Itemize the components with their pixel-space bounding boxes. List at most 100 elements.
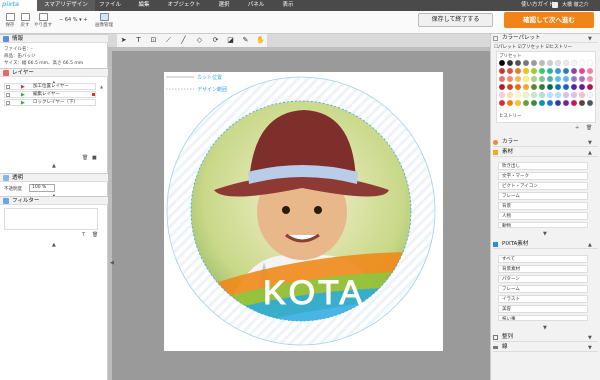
color-swatch[interactable] <box>514 83 522 91</box>
panel-collapse-icon[interactable]: ▲ <box>52 163 56 169</box>
collapse-caret-icon[interactable]: ▼ <box>588 36 592 42</box>
collapse-caret-icon[interactable]: ▼ <box>588 345 592 351</box>
color-swatch[interactable] <box>538 67 546 75</box>
save-and-exit-button[interactable]: 保存して終了する <box>418 13 493 27</box>
zoom-control[interactable]: − 64 % ▾ + <box>59 17 87 23</box>
layer-visibility-checkbox[interactable] <box>6 85 10 89</box>
color-swatch[interactable] <box>530 75 538 83</box>
color-swatch[interactable] <box>554 99 562 107</box>
add-color-icon[interactable]: + <box>575 125 579 131</box>
pixta-item[interactable]: 美容 <box>498 305 588 313</box>
menu-panel[interactable]: パネル <box>244 0 268 11</box>
collapse-caret-icon[interactable]: ▼ <box>588 140 592 146</box>
filter-text-icon[interactable]: T <box>82 232 85 238</box>
filter-header[interactable]: フィルター <box>0 196 108 205</box>
color-swatch[interactable] <box>578 75 586 83</box>
help-guide-link[interactable]: 使い方ガイド <box>521 0 554 11</box>
color-swatch[interactable] <box>562 99 570 107</box>
color-swatch[interactable] <box>538 75 546 83</box>
line-tool-icon[interactable]: ╱ <box>179 36 188 45</box>
menu-smaari-design[interactable]: スマアリデザイン <box>37 0 95 11</box>
color-swatch[interactable] <box>578 59 586 67</box>
text-tool-icon[interactable]: T <box>134 36 143 45</box>
pixta-item[interactable]: すべて <box>498 255 588 263</box>
pen-tool-icon[interactable]: ⟋ <box>164 36 173 45</box>
color-swatch[interactable] <box>530 83 538 91</box>
color-swatch[interactable] <box>586 67 594 75</box>
color-swatch[interactable] <box>546 75 554 83</box>
color-swatch[interactable] <box>514 59 522 67</box>
eyedropper-icon[interactable]: ✎ <box>241 36 250 45</box>
color-swatch[interactable] <box>546 59 554 67</box>
pixta-item[interactable]: フレーム <box>498 285 588 293</box>
color-swatch[interactable] <box>498 67 506 75</box>
color-swatch[interactable] <box>522 99 530 107</box>
color-swatch[interactable] <box>506 59 514 67</box>
transparency-header[interactable]: 透明 <box>0 173 108 182</box>
color-swatch[interactable] <box>530 59 538 67</box>
color-swatch[interactable] <box>522 59 530 67</box>
layer-row-lock[interactable]: ロックレイヤー（下） <box>4 99 96 106</box>
palette-tabs[interactable]: ☐パレット ☑プリセット ☑ヒストリー <box>494 44 572 50</box>
color-swatch[interactable] <box>562 75 570 83</box>
layer-header[interactable]: レイヤー <box>0 68 108 77</box>
color-swatch[interactable] <box>538 59 546 67</box>
color-swatch[interactable] <box>530 67 538 75</box>
collapse-caret-icon[interactable]: ▲ <box>588 150 592 156</box>
filter-delete-icon[interactable]: 🗑 <box>92 232 98 238</box>
hand-tool-icon[interactable]: ✋ <box>256 36 265 45</box>
color-swatch[interactable] <box>522 75 530 83</box>
opacity-select[interactable]: 100 % <box>29 184 55 192</box>
color-swatch[interactable] <box>554 83 562 91</box>
color-swatch[interactable] <box>538 91 546 99</box>
layer-row-cut[interactable]: 加工位置レイヤー <box>4 83 96 90</box>
color-swatch[interactable] <box>546 83 554 91</box>
pixta-item[interactable]: 背景素材 <box>498 265 588 273</box>
color-swatch[interactable] <box>586 91 594 99</box>
color-swatch[interactable] <box>546 99 554 107</box>
color-swatch[interactable] <box>506 83 514 91</box>
color-swatch[interactable] <box>586 59 594 67</box>
pixta-header[interactable]: PIXTA素材 <box>493 240 598 249</box>
color-swatch[interactable] <box>586 75 594 83</box>
color-swatch[interactable] <box>586 83 594 91</box>
layer-visibility-checkbox[interactable] <box>6 93 10 97</box>
layer-expand-icon[interactable]: ▶ <box>21 100 25 106</box>
color-swatch[interactable] <box>506 91 514 99</box>
color-swatch[interactable] <box>498 91 506 99</box>
menu-view[interactable]: 表示 <box>277 0 299 11</box>
pixta-item[interactable]: 祝い事 <box>498 315 588 321</box>
color-swatch[interactable] <box>498 99 506 107</box>
info-header[interactable]: 情報 <box>0 34 108 43</box>
confirm-next-button[interactable]: 確認して次へ進む <box>504 12 594 28</box>
color-swatch[interactable] <box>578 83 586 91</box>
color-swatch[interactable] <box>578 67 586 75</box>
color-swatch[interactable] <box>546 91 554 99</box>
color-swatch[interactable] <box>554 59 562 67</box>
menu-select[interactable]: 選択 <box>213 0 235 11</box>
material-item[interactable]: 背景 <box>498 202 588 210</box>
badge-design-svg[interactable]: KOTA カット位置 デザイン範囲 <box>164 72 443 351</box>
color-swatch[interactable] <box>514 99 522 107</box>
color-swatch[interactable] <box>562 59 570 67</box>
menu-file[interactable]: ファイル <box>95 0 125 11</box>
color-swatch[interactable] <box>530 91 538 99</box>
save-tool[interactable]: 保存 <box>3 13 17 28</box>
color-swatch[interactable] <box>506 99 514 107</box>
panel-collapse-icon[interactable]: ▼ <box>543 231 547 237</box>
layer-delete-icon[interactable]: 🗑 <box>82 155 88 161</box>
layer-expand-icon[interactable]: ▶ <box>21 92 25 98</box>
collapse-caret-icon[interactable]: ▼ <box>588 335 592 341</box>
menu-edit[interactable]: 編集 <box>133 0 155 11</box>
material-item[interactable]: 人物 <box>498 212 588 220</box>
color-swatch[interactable] <box>506 75 514 83</box>
color-swatch[interactable] <box>570 59 578 67</box>
color-swatch[interactable] <box>578 99 586 107</box>
color-swatch[interactable] <box>522 83 530 91</box>
menu-object[interactable]: オブジェクト <box>165 0 203 11</box>
color-swatch[interactable] <box>514 75 522 83</box>
color-swatch[interactable] <box>522 91 530 99</box>
color-swatch[interactable] <box>498 59 506 67</box>
color-swatch[interactable] <box>506 67 514 75</box>
layer-visibility-checkbox[interactable] <box>6 101 10 105</box>
